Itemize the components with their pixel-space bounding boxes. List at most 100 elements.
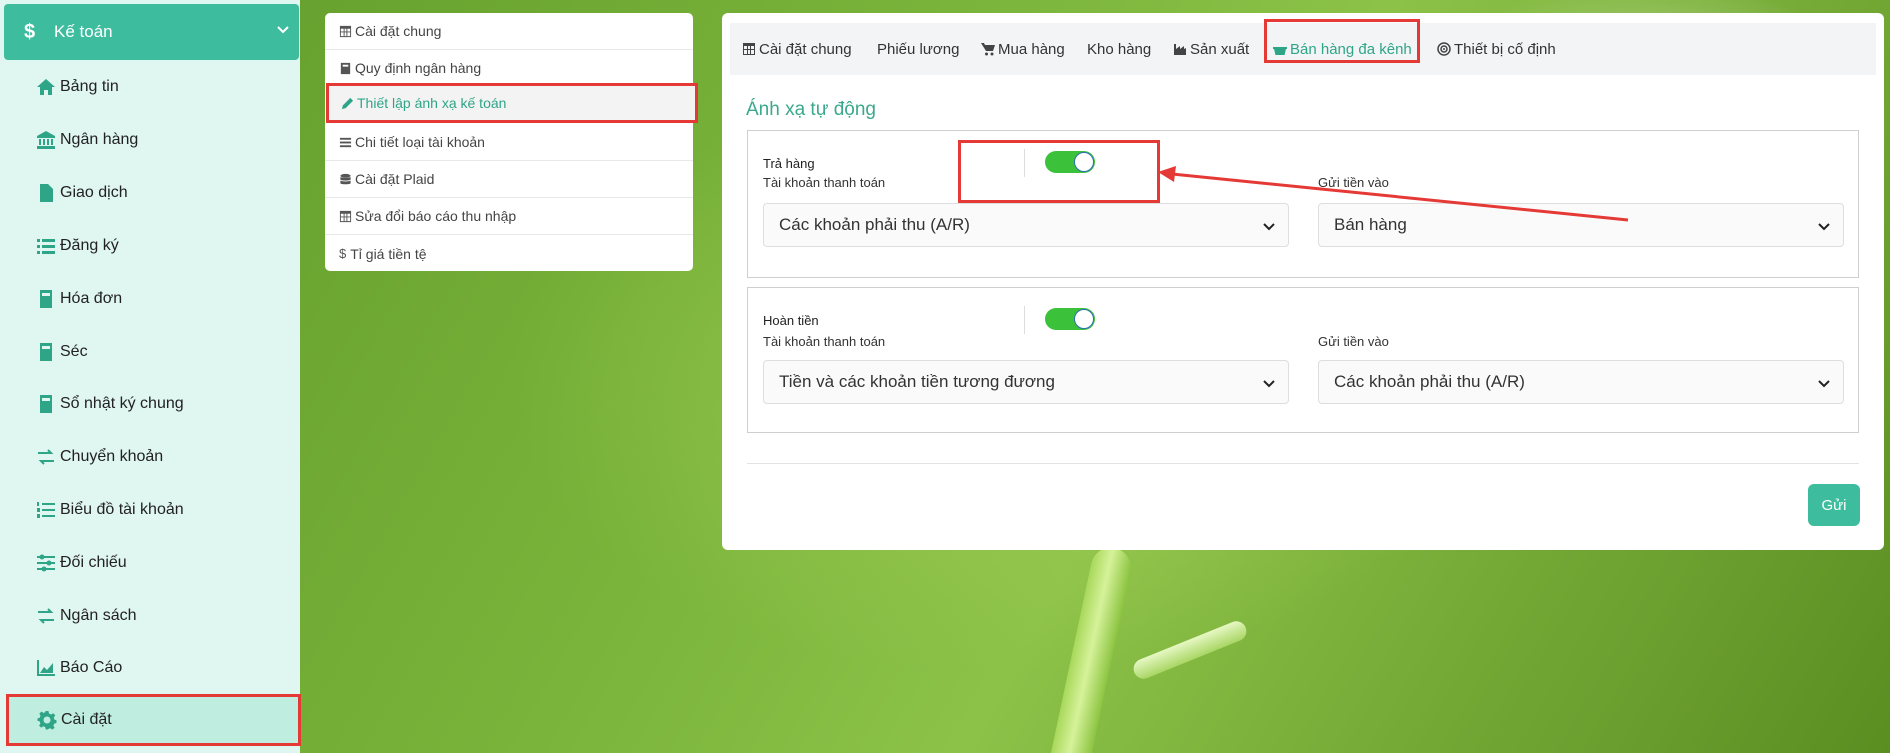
sidebar-item-label: Hóa đơn (60, 290, 123, 307)
ordered-list-icon (36, 500, 60, 520)
divider (1024, 306, 1025, 334)
toggle-knob (1074, 309, 1094, 329)
section-title: Ánh xạ tự động (746, 99, 876, 120)
settings-item-accounting-mapping[interactable]: Thiết lập ánh xạ kế toán (326, 83, 698, 123)
settings-item-label: Thiết lập ánh xạ kế toán (357, 95, 507, 111)
pencil-icon (341, 97, 354, 109)
settings-item-exchange-rates[interactable]: $ Tỉ giá tiền tệ (325, 235, 693, 272)
home-icon (36, 77, 60, 97)
sidebar-item-reports[interactable]: Báo Cáo (36, 653, 122, 683)
sidebar-item-reconciliation[interactable]: Đối chiếu (36, 548, 127, 578)
book-icon (340, 62, 351, 74)
payment-account-label: Tài khoản thanh toán (763, 334, 886, 349)
tab-manufacturing[interactable]: Sản xuất (1173, 23, 1249, 75)
sidebar-item-label: Séc (60, 343, 88, 360)
submit-button[interactable]: Gửi (1808, 484, 1860, 526)
sliders-icon (36, 553, 60, 573)
tab-label: Mua hàng (998, 40, 1065, 58)
settings-item-label: Quy định ngân hàng (355, 60, 482, 76)
return-payment-account-select[interactable]: Các khoản phải thu (A/R) (763, 203, 1289, 247)
sidebar-item-label: Ngân hàng (60, 131, 139, 148)
chevron-down-icon (1263, 223, 1275, 231)
gear-icon (37, 710, 61, 730)
tab-label: Kho hàng (1087, 40, 1152, 58)
deposit-label: Gửi tiền vào (1318, 334, 1389, 349)
form-divider (747, 463, 1859, 464)
settings-item-bank-rules[interactable]: Quy định ngân hàng (325, 50, 693, 87)
settings-menu: Cài đặt chung Quy định ngân hàng Thiết l… (325, 13, 698, 272)
refund-label: Hoàn tiền (763, 313, 819, 328)
dollar-icon: $ (339, 246, 347, 261)
tab-purchases[interactable]: Mua hàng (981, 23, 1065, 75)
refund-deposit-select[interactable]: Các khoản phải thu (A/R) (1318, 360, 1844, 404)
refund-payment-account-select[interactable]: Tiền và các khoản tiền tương đương (763, 360, 1289, 404)
tab-inventory[interactable]: Kho hàng (1087, 23, 1151, 75)
sidebar-item-label: Biểu đồ tài khoản (60, 501, 184, 518)
refund-toggle[interactable] (1045, 308, 1095, 330)
settings-item-account-type-details[interactable]: Chi tiết loại tài khoản (325, 124, 693, 161)
dollar-icon: $ (24, 20, 36, 43)
sidebar-header-accounting[interactable]: $ Kế toán (4, 4, 299, 60)
sidebar-item-label: Đối chiếu (60, 554, 127, 571)
settings-item-label: Chi tiết loại tài khoản (355, 134, 485, 150)
select-value: Bán hàng (1334, 215, 1407, 234)
sidebar: $ Kế toán Bảng tin Ngân hàng Giao dịch Đ… (0, 0, 301, 753)
refund-mapping-card: Hoàn tiền Tài khoản thanh toán Gửi tiền … (747, 287, 1859, 433)
highlight-box-toggle (958, 140, 1160, 203)
sidebar-item-dashboard[interactable]: Bảng tin (36, 72, 119, 102)
industry-icon (1174, 44, 1186, 55)
tab-label: Phiếu lương (877, 40, 960, 58)
tab-label: Cài đặt chung (759, 40, 852, 58)
sidebar-item-budget[interactable]: Ngân sách (36, 601, 137, 631)
settings-item-label: Tỉ giá tiền tệ (350, 245, 427, 262)
sidebar-item-label: Cài đặt (61, 711, 112, 728)
table-icon (339, 25, 352, 37)
sidebar-item-label: Đăng ký (60, 237, 119, 254)
sidebar-item-label: Báo Cáo (60, 659, 123, 676)
settings-item-label: Cài đặt Plaid (355, 171, 435, 187)
sidebar-header-title: Kế toán (54, 22, 113, 41)
return-deposit-select[interactable]: Bán hàng (1318, 203, 1844, 247)
chevron-down-icon (1263, 380, 1275, 388)
database-icon (340, 173, 351, 184)
select-value: Các khoản phải thu (A/R) (779, 215, 970, 234)
main-panel: Cài đặt chung Phiếu lương Mua hàng Kho h… (722, 13, 1884, 550)
table-icon (339, 210, 352, 222)
sidebar-item-label: Bảng tin (60, 78, 119, 95)
settings-item-label: Sửa đổi báo cáo thu nhập (355, 208, 517, 224)
sidebar-item-bank[interactable]: Ngân hàng (36, 125, 138, 155)
area-chart-icon (36, 658, 60, 678)
sidebar-item-label: Chuyển khoản (60, 448, 164, 465)
file-icon (36, 183, 60, 203)
settings-item-label: Cài đặt chung (355, 23, 442, 39)
sidebar-item-settings[interactable]: Cài đặt (6, 694, 301, 746)
bars-icon (339, 137, 352, 147)
sidebar-item-subscriptions[interactable]: Đăng ký (36, 231, 119, 261)
sidebar-item-chart-of-accounts[interactable]: Biểu đồ tài khoản (36, 495, 184, 525)
select-value: Tiền và các khoản tiền tương đương (779, 372, 1055, 391)
settings-item-plaid[interactable]: Cài đặt Plaid (325, 161, 693, 198)
sidebar-item-transactions[interactable]: Giao dịch (36, 178, 128, 208)
table-icon (743, 43, 755, 55)
select-value: Các khoản phải thu (A/R) (1334, 372, 1525, 391)
list-icon (36, 236, 60, 256)
sidebar-item-transfers[interactable]: Chuyển khoản (36, 442, 163, 472)
sidebar-item-label: Ngân sách (60, 607, 137, 624)
deposit-label: Gửi tiền vào (1318, 175, 1389, 190)
payment-account-label: Tài khoản thanh toán (763, 175, 886, 190)
sidebar-item-invoices[interactable]: Hóa đơn (36, 284, 122, 314)
tab-fixed-assets[interactable]: Thiết bị cố định (1437, 23, 1556, 75)
sidebar-item-label: Sổ nhật ký chung (60, 395, 184, 412)
tab-general-settings[interactable]: Cài đặt chung (742, 23, 852, 75)
cart-icon (981, 43, 995, 56)
book-icon (36, 342, 60, 362)
sidebar-item-general-journal[interactable]: Sổ nhật ký chung (36, 389, 184, 419)
tab-label: Sản xuất (1190, 40, 1250, 58)
chevron-down-icon (1818, 380, 1830, 388)
return-mapping-card: Trả hàng Tài khoản thanh toán Gửi tiền v… (747, 130, 1859, 278)
settings-item-general[interactable]: Cài đặt chung (325, 13, 693, 50)
return-label: Trả hàng (763, 156, 815, 171)
settings-item-income-statement[interactable]: Sửa đổi báo cáo thu nhập (325, 198, 693, 235)
tab-payslip[interactable]: Phiếu lương (877, 23, 959, 75)
sidebar-item-cheques[interactable]: Séc (36, 337, 88, 367)
